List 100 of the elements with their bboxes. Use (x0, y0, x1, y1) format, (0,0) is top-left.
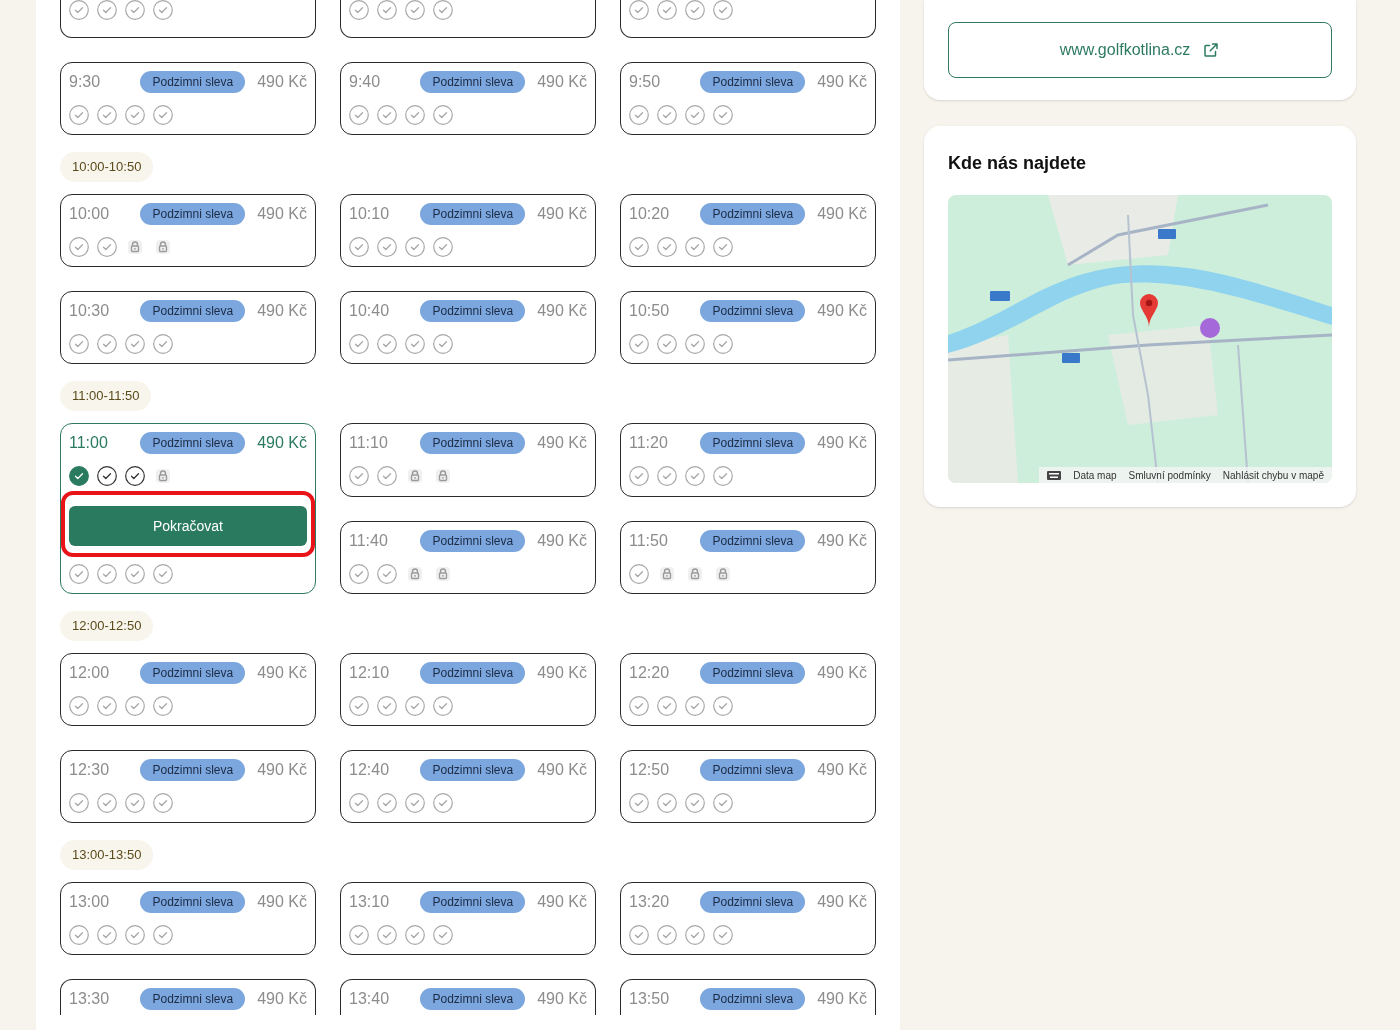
check-circle-icon[interactable] (629, 105, 649, 125)
check-circle-icon[interactable] (685, 925, 705, 945)
slot-card[interactable]: 12:50 Podzimni sleva 490 Kč (620, 750, 876, 823)
slot-card[interactable]: 9:50 Podzimni sleva 490 Kč (620, 62, 876, 135)
check-circle-icon[interactable] (153, 0, 173, 20)
check-circle-icon[interactable] (125, 105, 145, 125)
check-circle-icon[interactable] (97, 466, 117, 486)
check-circle-icon[interactable] (377, 105, 397, 125)
check-circle-icon[interactable] (713, 466, 733, 486)
check-circle-icon[interactable] (629, 925, 649, 945)
check-circle-icon[interactable] (713, 237, 733, 257)
slot-card[interactable]: 13:50 Podzimni sleva 490 Kč (620, 979, 876, 1015)
check-circle-icon[interactable] (377, 696, 397, 716)
check-circle-icon[interactable] (433, 696, 453, 716)
slot-card[interactable]: 12:00 Podzimni sleva 490 Kč (60, 653, 316, 726)
check-circle-icon[interactable] (629, 237, 649, 257)
check-circle-icon[interactable] (125, 334, 145, 354)
check-circle-icon[interactable] (69, 925, 89, 945)
check-circle-icon[interactable] (69, 696, 89, 716)
check-circle-icon[interactable] (69, 466, 89, 486)
check-circle-icon[interactable] (629, 696, 649, 716)
check-circle-icon[interactable] (377, 925, 397, 945)
check-circle-icon[interactable] (685, 466, 705, 486)
map-attribution-link[interactable]: Data map (1073, 467, 1117, 483)
slot-card[interactable]: 12:10 Podzimni sleva 490 Kč (340, 653, 596, 726)
check-circle-icon[interactable] (97, 0, 117, 20)
check-circle-icon[interactable] (97, 237, 117, 257)
slot-card[interactable]: 13:40 Podzimni sleva 490 Kč (340, 979, 596, 1015)
slot-card[interactable] (620, 0, 876, 38)
check-circle-icon[interactable] (153, 925, 173, 945)
slot-card[interactable]: 13:30 Podzimni sleva 490 Kč (60, 979, 316, 1015)
check-circle-icon[interactable] (657, 105, 677, 125)
check-circle-icon[interactable] (69, 105, 89, 125)
check-circle-icon[interactable] (433, 105, 453, 125)
check-circle-icon[interactable] (97, 925, 117, 945)
slot-card[interactable]: 9:40 Podzimni sleva 490 Kč (340, 62, 596, 135)
check-circle-icon[interactable] (685, 334, 705, 354)
check-circle-icon[interactable] (125, 696, 145, 716)
check-circle-icon[interactable] (657, 0, 677, 20)
selected-slot-card[interactable]: 11:00 Podzimni sleva 490 Kč Pokračovat (60, 423, 316, 594)
slot-card[interactable]: 11:50 Podzimni sleva 490 Kč (620, 520, 876, 594)
check-circle-icon[interactable] (713, 0, 733, 20)
slot-card[interactable]: 10:30 Podzimni sleva 490 Kč (60, 291, 316, 364)
check-circle-icon[interactable] (657, 334, 677, 354)
check-circle-icon[interactable] (349, 334, 369, 354)
check-circle-icon[interactable] (629, 793, 649, 813)
check-circle-icon[interactable] (657, 793, 677, 813)
check-circle-icon[interactable] (405, 237, 425, 257)
check-circle-icon[interactable] (69, 0, 89, 20)
check-circle-icon[interactable] (349, 793, 369, 813)
check-circle-icon[interactable] (657, 237, 677, 257)
check-circle-icon[interactable] (685, 696, 705, 716)
slot-card[interactable]: 10:10 Podzimni sleva 490 Kč (340, 194, 596, 267)
check-circle-icon[interactable] (685, 105, 705, 125)
slot-card[interactable] (340, 0, 596, 38)
check-circle-icon[interactable] (433, 925, 453, 945)
check-circle-icon[interactable] (405, 696, 425, 716)
check-circle-icon[interactable] (349, 696, 369, 716)
slot-card[interactable]: 13:20 Podzimni sleva 490 Kč (620, 882, 876, 955)
check-circle-icon[interactable] (97, 696, 117, 716)
check-circle-icon[interactable] (125, 793, 145, 813)
slot-card[interactable]: 10:50 Podzimni sleva 490 Kč (620, 291, 876, 364)
check-circle-icon[interactable] (97, 793, 117, 813)
check-circle-icon[interactable] (405, 925, 425, 945)
check-circle-icon[interactable] (69, 237, 89, 257)
check-circle-icon[interactable] (713, 793, 733, 813)
website-link[interactable]: www.golfkotlina.cz (948, 22, 1332, 78)
check-circle-icon[interactable] (657, 466, 677, 486)
check-circle-icon[interactable] (97, 105, 117, 125)
check-circle-icon[interactable] (349, 563, 369, 584)
check-circle-icon[interactable] (377, 334, 397, 354)
check-circle-icon[interactable] (153, 696, 173, 716)
slot-card[interactable]: 13:00 Podzimni sleva 490 Kč (60, 882, 316, 955)
slot-card[interactable]: 10:40 Podzimni sleva 490 Kč (340, 291, 596, 364)
check-circle-icon[interactable] (349, 105, 369, 125)
check-circle-icon[interactable] (349, 466, 369, 486)
slot-card[interactable] (60, 0, 316, 38)
check-circle-icon[interactable] (713, 925, 733, 945)
check-circle-icon[interactable] (405, 105, 425, 125)
check-circle-icon[interactable] (377, 0, 397, 20)
check-circle-icon[interactable] (629, 0, 649, 20)
check-circle-icon[interactable] (629, 334, 649, 354)
check-circle-icon[interactable] (349, 237, 369, 257)
check-circle-icon[interactable] (69, 793, 89, 813)
slot-card[interactable]: 11:20 Podzimni sleva 490 Kč (620, 423, 876, 497)
check-circle-icon[interactable] (377, 563, 397, 584)
check-circle-icon[interactable] (657, 696, 677, 716)
check-circle-icon[interactable] (97, 334, 117, 354)
check-circle-icon[interactable] (713, 105, 733, 125)
check-circle-icon[interactable] (125, 564, 145, 584)
check-circle-icon[interactable] (125, 925, 145, 945)
check-circle-icon[interactable] (377, 793, 397, 813)
check-circle-icon[interactable] (629, 563, 649, 584)
check-circle-icon[interactable] (713, 696, 733, 716)
check-circle-icon[interactable] (349, 925, 369, 945)
map-attribution-link[interactable]: Nahlásit chybu v mapě (1222, 467, 1324, 483)
check-circle-icon[interactable] (125, 0, 145, 20)
slot-card[interactable]: 11:10 Podzimni sleva 490 Kč (340, 423, 596, 497)
check-circle-icon[interactable] (685, 237, 705, 257)
check-circle-icon[interactable] (349, 0, 369, 20)
